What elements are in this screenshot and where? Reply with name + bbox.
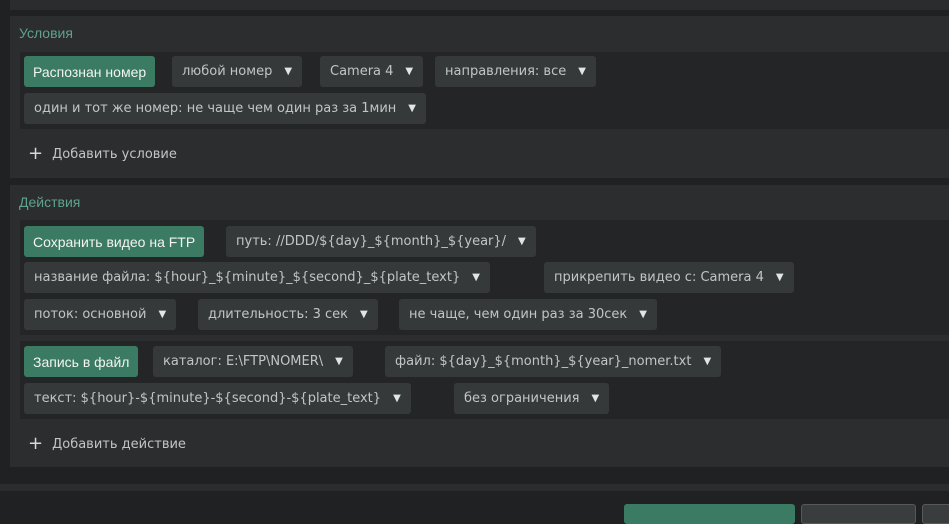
- chevron-down-icon: ▼: [578, 66, 586, 77]
- action-param-label: путь: //DDD/${day}_${month}_${year}/: [236, 234, 507, 249]
- chevron-down-icon: ▼: [472, 272, 480, 283]
- condition-param-dropdown[interactable]: Camera 4 ▼: [320, 56, 424, 87]
- footer-divider: [0, 484, 949, 491]
- actions-title: Действия: [19, 194, 81, 210]
- plus-icon: +: [28, 433, 44, 454]
- add-condition-label: Добавить условие: [52, 146, 177, 162]
- chevron-down-icon: ▼: [518, 236, 526, 247]
- action-ftp-label: Сохранить видео на FTP: [33, 233, 196, 250]
- action-ftp-button[interactable]: Сохранить видео на FTP: [24, 226, 205, 257]
- action-param-dropdown[interactable]: прикрепить видео с: Camera 4 ▼: [544, 262, 794, 293]
- chevron-down-icon: ▼: [284, 66, 293, 77]
- condition-param-label: Camera 4: [330, 64, 394, 79]
- chevron-down-icon: ▼: [591, 393, 600, 404]
- conditions-title: Условия: [19, 25, 73, 41]
- chevron-down-icon: ▼: [393, 393, 401, 404]
- action-param-dropdown[interactable]: без ограничения ▼: [454, 383, 610, 414]
- action-file-label: Запись в файл: [33, 353, 130, 370]
- chevron-down-icon: ▼: [639, 309, 647, 320]
- condition-param-label: любой номер: [182, 64, 273, 79]
- action-param-dropdown[interactable]: не чаще, чем один раз за 30сек ▼: [399, 299, 657, 330]
- action-param-label: не чаще, чем один раз за 30сек: [409, 307, 628, 322]
- condition-param-dropdown[interactable]: направления: все ▼: [435, 56, 596, 87]
- condition-param-label: один и тот же номер: не чаще чем один ра…: [34, 101, 397, 116]
- condition-trigger-button[interactable]: Распознан номер: [24, 56, 156, 87]
- action-param-dropdown[interactable]: файл: ${day}_${month}_${year}_nomer.txt …: [385, 346, 722, 377]
- add-action-label: Добавить действие: [52, 436, 186, 452]
- action-param-label: длительность: 3 сек: [208, 307, 349, 322]
- save-button[interactable]: [624, 504, 795, 524]
- plus-icon: +: [28, 143, 44, 164]
- action-param-dropdown[interactable]: поток: основной ▼: [24, 299, 177, 330]
- action-param-dropdown[interactable]: длительность: 3 сек ▼: [198, 299, 378, 330]
- condition-trigger-label: Распознан номер: [33, 63, 147, 80]
- action-file-button[interactable]: Запись в файл: [24, 346, 139, 377]
- condition-param-dropdown[interactable]: любой номер ▼: [172, 56, 303, 87]
- action-param-dropdown[interactable]: каталог: E:\FTP\NOMER\ ▼: [153, 346, 353, 377]
- add-action-button[interactable]: + Добавить действие: [28, 435, 186, 453]
- condition-param-dropdown[interactable]: один и тот же номер: не чаще чем один ра…: [24, 93, 426, 124]
- action-param-dropdown[interactable]: название файла: ${hour}_${minute}_${seco…: [24, 262, 490, 293]
- action-param-label: каталог: E:\FTP\NOMER\: [163, 354, 324, 369]
- action-param-label: прикрепить видео с: Camera 4: [554, 270, 764, 285]
- chevron-down-icon: ▼: [703, 356, 712, 367]
- add-condition-button[interactable]: + Добавить условие: [28, 145, 177, 163]
- chevron-down-icon: ▼: [335, 356, 343, 367]
- chevron-down-icon: ▼: [775, 272, 784, 283]
- chevron-down-icon: ▼: [158, 309, 167, 320]
- cancel-button[interactable]: [801, 504, 916, 524]
- action-param-label: текст: ${hour}-${minute}-${second}-${pla…: [34, 391, 382, 406]
- action-param-label: поток: основной: [34, 307, 147, 322]
- action-param-label: без ограничения: [464, 391, 580, 406]
- action-param-dropdown[interactable]: текст: ${hour}-${minute}-${second}-${pla…: [24, 383, 411, 414]
- action-param-label: название файла: ${hour}_${minute}_${seco…: [34, 270, 461, 285]
- top-strip: [10, 0, 949, 10]
- action-param-label: файл: ${day}_${month}_${year}_nomer.txt: [395, 354, 692, 369]
- condition-param-label: направления: все: [445, 64, 567, 79]
- chevron-down-icon: ▼: [408, 103, 416, 114]
- chevron-down-icon: ▼: [360, 309, 368, 320]
- action-param-dropdown[interactable]: путь: //DDD/${day}_${month}_${year}/ ▼: [226, 226, 536, 257]
- extra-button[interactable]: [922, 504, 949, 524]
- chevron-down-icon: ▼: [405, 66, 414, 77]
